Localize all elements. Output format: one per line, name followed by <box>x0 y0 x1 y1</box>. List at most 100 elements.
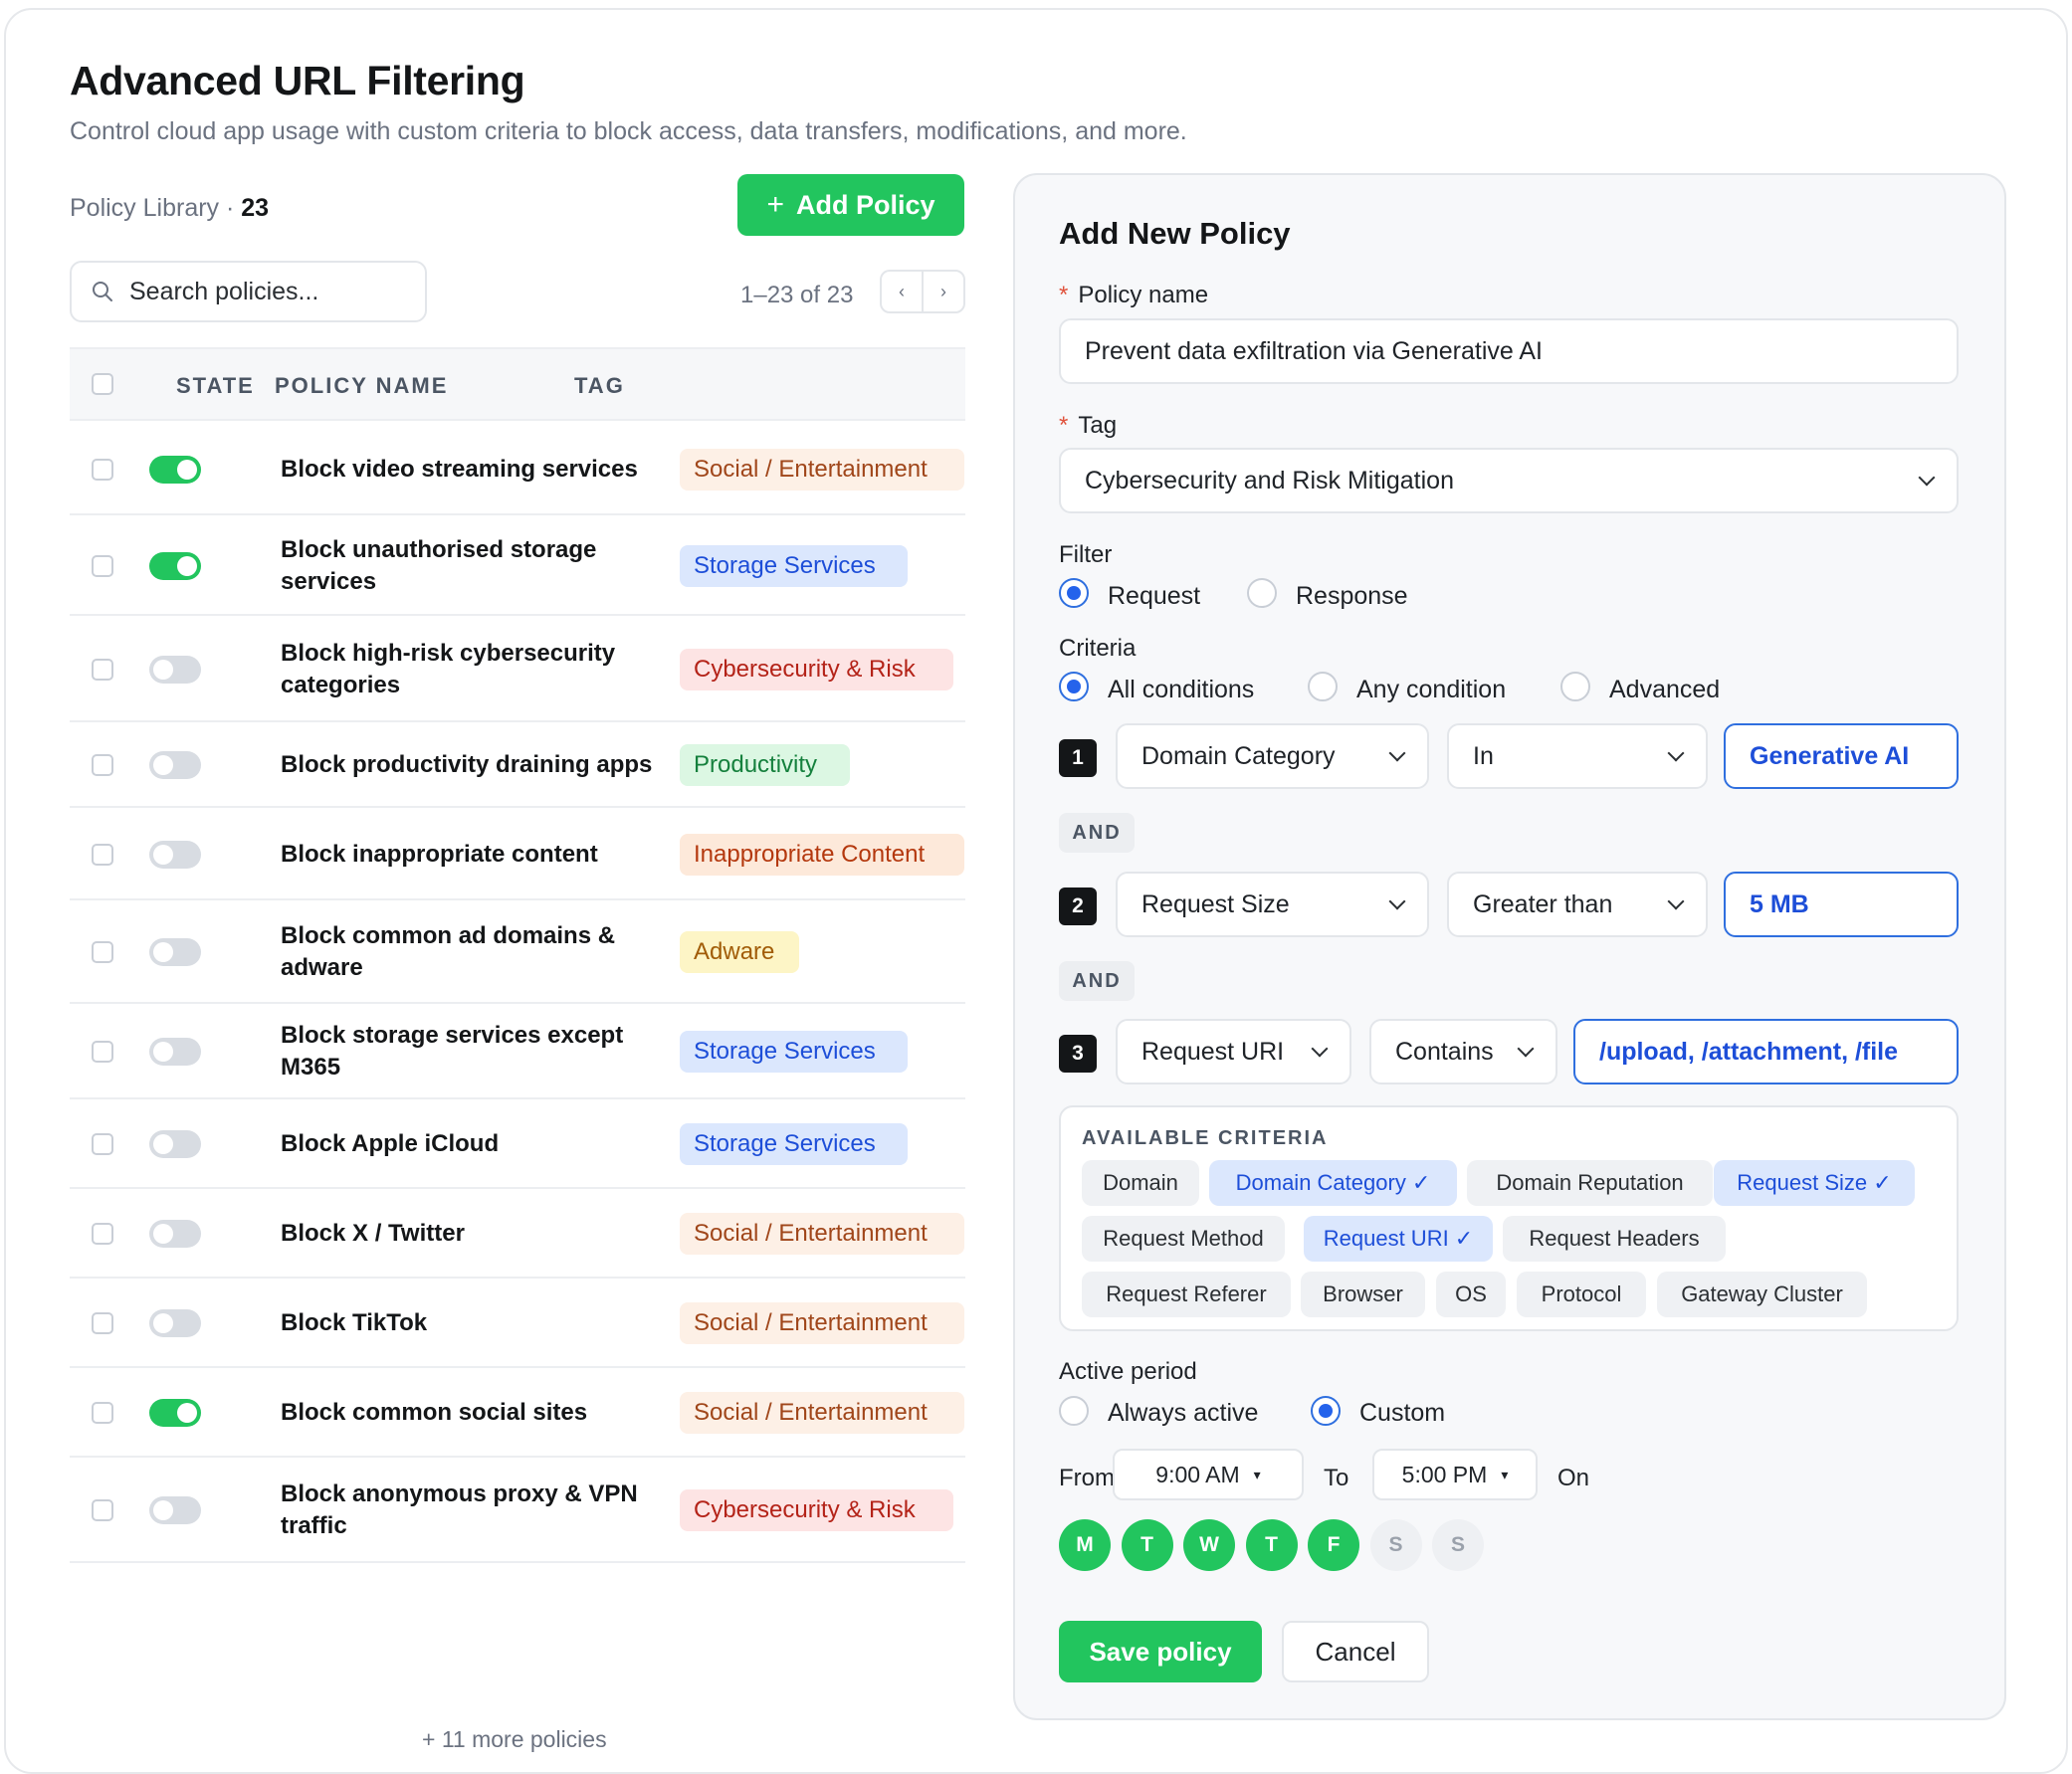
criteria-chip[interactable]: Domain Category ✓ <box>1209 1160 1457 1206</box>
table-row[interactable]: Block video streaming services Social / E… <box>70 423 965 515</box>
day-toggle[interactable]: W <box>1183 1519 1235 1571</box>
state-toggle[interactable] <box>149 1309 201 1337</box>
policy-name: Block common social sites <box>281 1399 588 1426</box>
state-toggle[interactable] <box>149 1399 201 1427</box>
criteria-all-label: All conditions <box>1108 676 1255 703</box>
table-row[interactable]: Block Apple iCloud Storage Services <box>70 1099 965 1189</box>
search-input[interactable]: Search policies... <box>70 261 427 322</box>
to-time-select[interactable]: 5:00 PM ▾ <box>1372 1449 1538 1500</box>
add-policy-button[interactable]: + Add Policy <box>737 174 964 236</box>
toggle-knob <box>153 1313 173 1333</box>
table-row[interactable]: Block high-risk cybersecurity categories… <box>70 616 965 722</box>
criteria-all-radio[interactable] <box>1059 672 1089 701</box>
table-row[interactable]: Block X / Twitter Social / Entertainment <box>70 1189 965 1279</box>
condition-1-operator-select[interactable]: In <box>1447 723 1708 789</box>
table-row[interactable]: Block TikTok Social / Entertainment <box>70 1279 965 1368</box>
condition-3-value-field[interactable]: /upload, /attachment, /file <box>1573 1019 1959 1084</box>
criteria-advanced-radio[interactable] <box>1560 672 1590 701</box>
state-toggle[interactable] <box>149 1220 201 1248</box>
row-checkbox[interactable] <box>92 658 113 681</box>
criteria-chip[interactable]: Domain <box>1082 1160 1199 1206</box>
state-toggle[interactable] <box>149 751 201 779</box>
state-toggle[interactable] <box>149 1038 201 1066</box>
condition-2-field-select[interactable]: Request Size <box>1116 872 1429 937</box>
state-toggle[interactable] <box>149 1496 201 1524</box>
policy-name: Block TikTok <box>281 1309 428 1336</box>
policy-name: Block X / Twitter <box>281 1220 465 1247</box>
criteria-chip[interactable]: Request Method <box>1082 1216 1285 1262</box>
row-checkbox[interactable] <box>92 1312 113 1334</box>
row-checkbox[interactable] <box>92 941 113 963</box>
state-toggle[interactable] <box>149 551 201 580</box>
prev-page-button[interactable]: ‹ <box>882 272 924 311</box>
row-checkbox[interactable] <box>92 1041 113 1063</box>
day-toggle[interactable]: M <box>1059 1519 1111 1571</box>
table-row[interactable]: Block common social sites Social / Entert… <box>70 1368 965 1458</box>
tag-badge: Productivity <box>680 744 850 786</box>
tag-select[interactable]: Cybersecurity and Risk Mitigation <box>1059 448 1959 513</box>
criteria-chip[interactable]: Request Size ✓ <box>1714 1160 1915 1206</box>
day-toggle[interactable]: T <box>1245 1519 1298 1571</box>
always-active-radio[interactable] <box>1059 1396 1089 1426</box>
row-checkbox[interactable] <box>92 754 113 776</box>
row-checkbox[interactable] <box>92 1402 113 1424</box>
table-row[interactable]: Block productivity draining apps Producti… <box>70 722 965 808</box>
from-time-select[interactable]: 9:00 AM ▾ <box>1113 1449 1304 1500</box>
criteria-any-radio[interactable] <box>1308 672 1338 701</box>
condition-1-field-select[interactable]: Domain Category <box>1116 723 1429 789</box>
state-toggle[interactable] <box>149 1130 201 1158</box>
criteria-chip[interactable]: Domain Reputation <box>1467 1160 1713 1206</box>
row-checkbox[interactable] <box>92 554 113 577</box>
condition-3-operator-select[interactable]: Contains <box>1369 1019 1557 1084</box>
filter-response-radio[interactable] <box>1247 578 1277 608</box>
state-toggle[interactable] <box>149 840 201 869</box>
condition-1-value-field[interactable]: Generative AI <box>1724 723 1959 789</box>
condition-3-field-select[interactable]: Request URI <box>1116 1019 1351 1084</box>
state-toggle[interactable] <box>149 938 201 966</box>
row-checkbox[interactable] <box>92 458 113 481</box>
filter-response-label: Response <box>1296 582 1408 610</box>
chevron-down-icon <box>1388 892 1406 910</box>
tag-badge: Social / Entertainment <box>680 1392 964 1434</box>
criteria-chip[interactable]: OS <box>1436 1272 1506 1317</box>
criteria-chip[interactable]: Request Referer <box>1082 1272 1291 1317</box>
criteria-chip[interactable]: Protocol <box>1517 1272 1646 1317</box>
row-checkbox[interactable] <box>92 1223 113 1245</box>
on-label: On <box>1557 1465 1590 1491</box>
row-checkbox[interactable] <box>92 1133 113 1155</box>
criteria-chip[interactable]: Gateway Cluster <box>1657 1272 1867 1317</box>
condition-2-operator-select[interactable]: Greater than <box>1447 872 1708 937</box>
custom-radio[interactable] <box>1311 1396 1341 1426</box>
page-subtitle: Control cloud app usage with custom crit… <box>70 117 1187 145</box>
criteria-chip[interactable]: Request Headers <box>1503 1216 1726 1262</box>
row-checkbox[interactable] <box>92 843 113 866</box>
day-toggle[interactable]: T <box>1121 1519 1173 1571</box>
search-placeholder: Search policies... <box>129 277 319 305</box>
save-policy-button[interactable]: Save policy <box>1059 1621 1262 1682</box>
table-row[interactable]: Block anonymous proxy & VPN traffic Cyber… <box>70 1458 965 1563</box>
next-page-button[interactable]: › <box>924 272 963 311</box>
filter-request-radio[interactable] <box>1059 578 1089 608</box>
day-toggle[interactable]: S <box>1369 1519 1422 1571</box>
table-row[interactable]: Block common ad domains & adware Adware <box>70 900 965 1004</box>
tag-badge: Cybersecurity & Risk <box>680 1489 953 1531</box>
table-row[interactable]: Block inappropriate content Inappropriate… <box>70 808 965 900</box>
policy-name: Block common ad domains & adware <box>281 922 616 981</box>
available-criteria-title: AVAILABLE CRITERIA <box>1082 1127 1329 1149</box>
row-checkbox[interactable] <box>92 1499 113 1521</box>
state-toggle[interactable] <box>149 655 201 684</box>
cancel-button[interactable]: Cancel <box>1282 1621 1429 1682</box>
condition-2-field: Request Size <box>1141 889 1290 918</box>
criteria-chip[interactable]: Browser <box>1301 1272 1425 1317</box>
criteria-chip[interactable]: Request URI ✓ <box>1304 1216 1493 1262</box>
select-all-checkbox[interactable] <box>92 373 113 395</box>
policy-name-field[interactable]: Prevent data exfiltration via Generative… <box>1059 318 1959 384</box>
day-toggle[interactable]: F <box>1308 1519 1359 1571</box>
day-toggle[interactable]: S <box>1432 1519 1484 1571</box>
table-row[interactable]: Block unauthorised storage services Stora… <box>70 515 965 616</box>
required-mark: * <box>1059 282 1069 308</box>
table-row[interactable]: Block storage services except M365 Storag… <box>70 1004 965 1099</box>
condition-2-value-field[interactable]: 5 MB <box>1724 872 1959 937</box>
pagination-range: 1–23 of 23 <box>740 282 854 308</box>
state-toggle[interactable] <box>149 455 201 484</box>
